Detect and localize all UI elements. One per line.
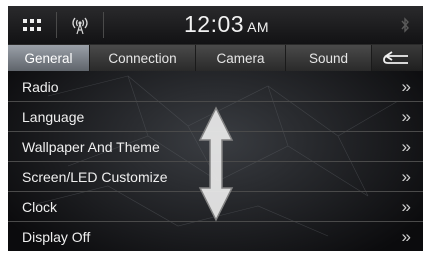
chevron-right-icon: » xyxy=(401,77,411,96)
list-item-label: Display Off xyxy=(22,228,91,245)
list-item-label: Language xyxy=(22,108,85,125)
tab-label: Camera xyxy=(216,50,265,66)
back-arrow-icon xyxy=(383,51,408,64)
tab-general[interactable]: General xyxy=(8,45,90,71)
menu-button[interactable] xyxy=(8,6,56,44)
list-item-label: Wallpaper And Theme xyxy=(22,138,160,155)
status-bar: 12:03 AM xyxy=(8,6,423,45)
tab-sound[interactable]: Sound xyxy=(286,45,372,71)
list-item-label: Radio xyxy=(22,78,59,95)
tab-camera[interactable]: Camera xyxy=(196,45,286,71)
clock-ampm: AM xyxy=(247,19,270,35)
tab-label: Sound xyxy=(308,50,349,66)
clock-display: 12:03 AM xyxy=(184,11,269,41)
tab-label: Connection xyxy=(108,50,177,66)
settings-tabs: General Connection Camera Sound xyxy=(8,45,423,71)
grid-menu-icon xyxy=(23,19,41,31)
chevron-right-icon: » xyxy=(401,197,411,216)
up-down-arrow-icon xyxy=(198,106,234,222)
chevron-right-icon: » xyxy=(401,137,411,156)
back-button[interactable] xyxy=(372,45,423,71)
list-item-display-off[interactable]: Display Off » xyxy=(8,222,423,251)
chevron-right-icon: » xyxy=(401,107,411,126)
signal-antenna-icon xyxy=(72,17,88,35)
tab-label: General xyxy=(24,50,73,66)
signal-indicator xyxy=(57,6,103,44)
list-item-label: Clock xyxy=(22,198,58,215)
chevron-right-icon: » xyxy=(401,227,411,246)
list-item-label: Screen/LED Customize xyxy=(22,168,168,185)
list-item-radio[interactable]: Radio » xyxy=(8,72,423,102)
bluetooth-icon xyxy=(401,17,409,33)
chevron-right-icon: » xyxy=(401,167,411,186)
tab-connection[interactable]: Connection xyxy=(90,45,196,71)
clock-time: 12:03 xyxy=(184,11,245,37)
bluetooth-indicator xyxy=(394,6,416,44)
settings-screen: 12:03 AM General Connection Camera Sound … xyxy=(8,6,423,251)
status-divider xyxy=(103,12,104,38)
